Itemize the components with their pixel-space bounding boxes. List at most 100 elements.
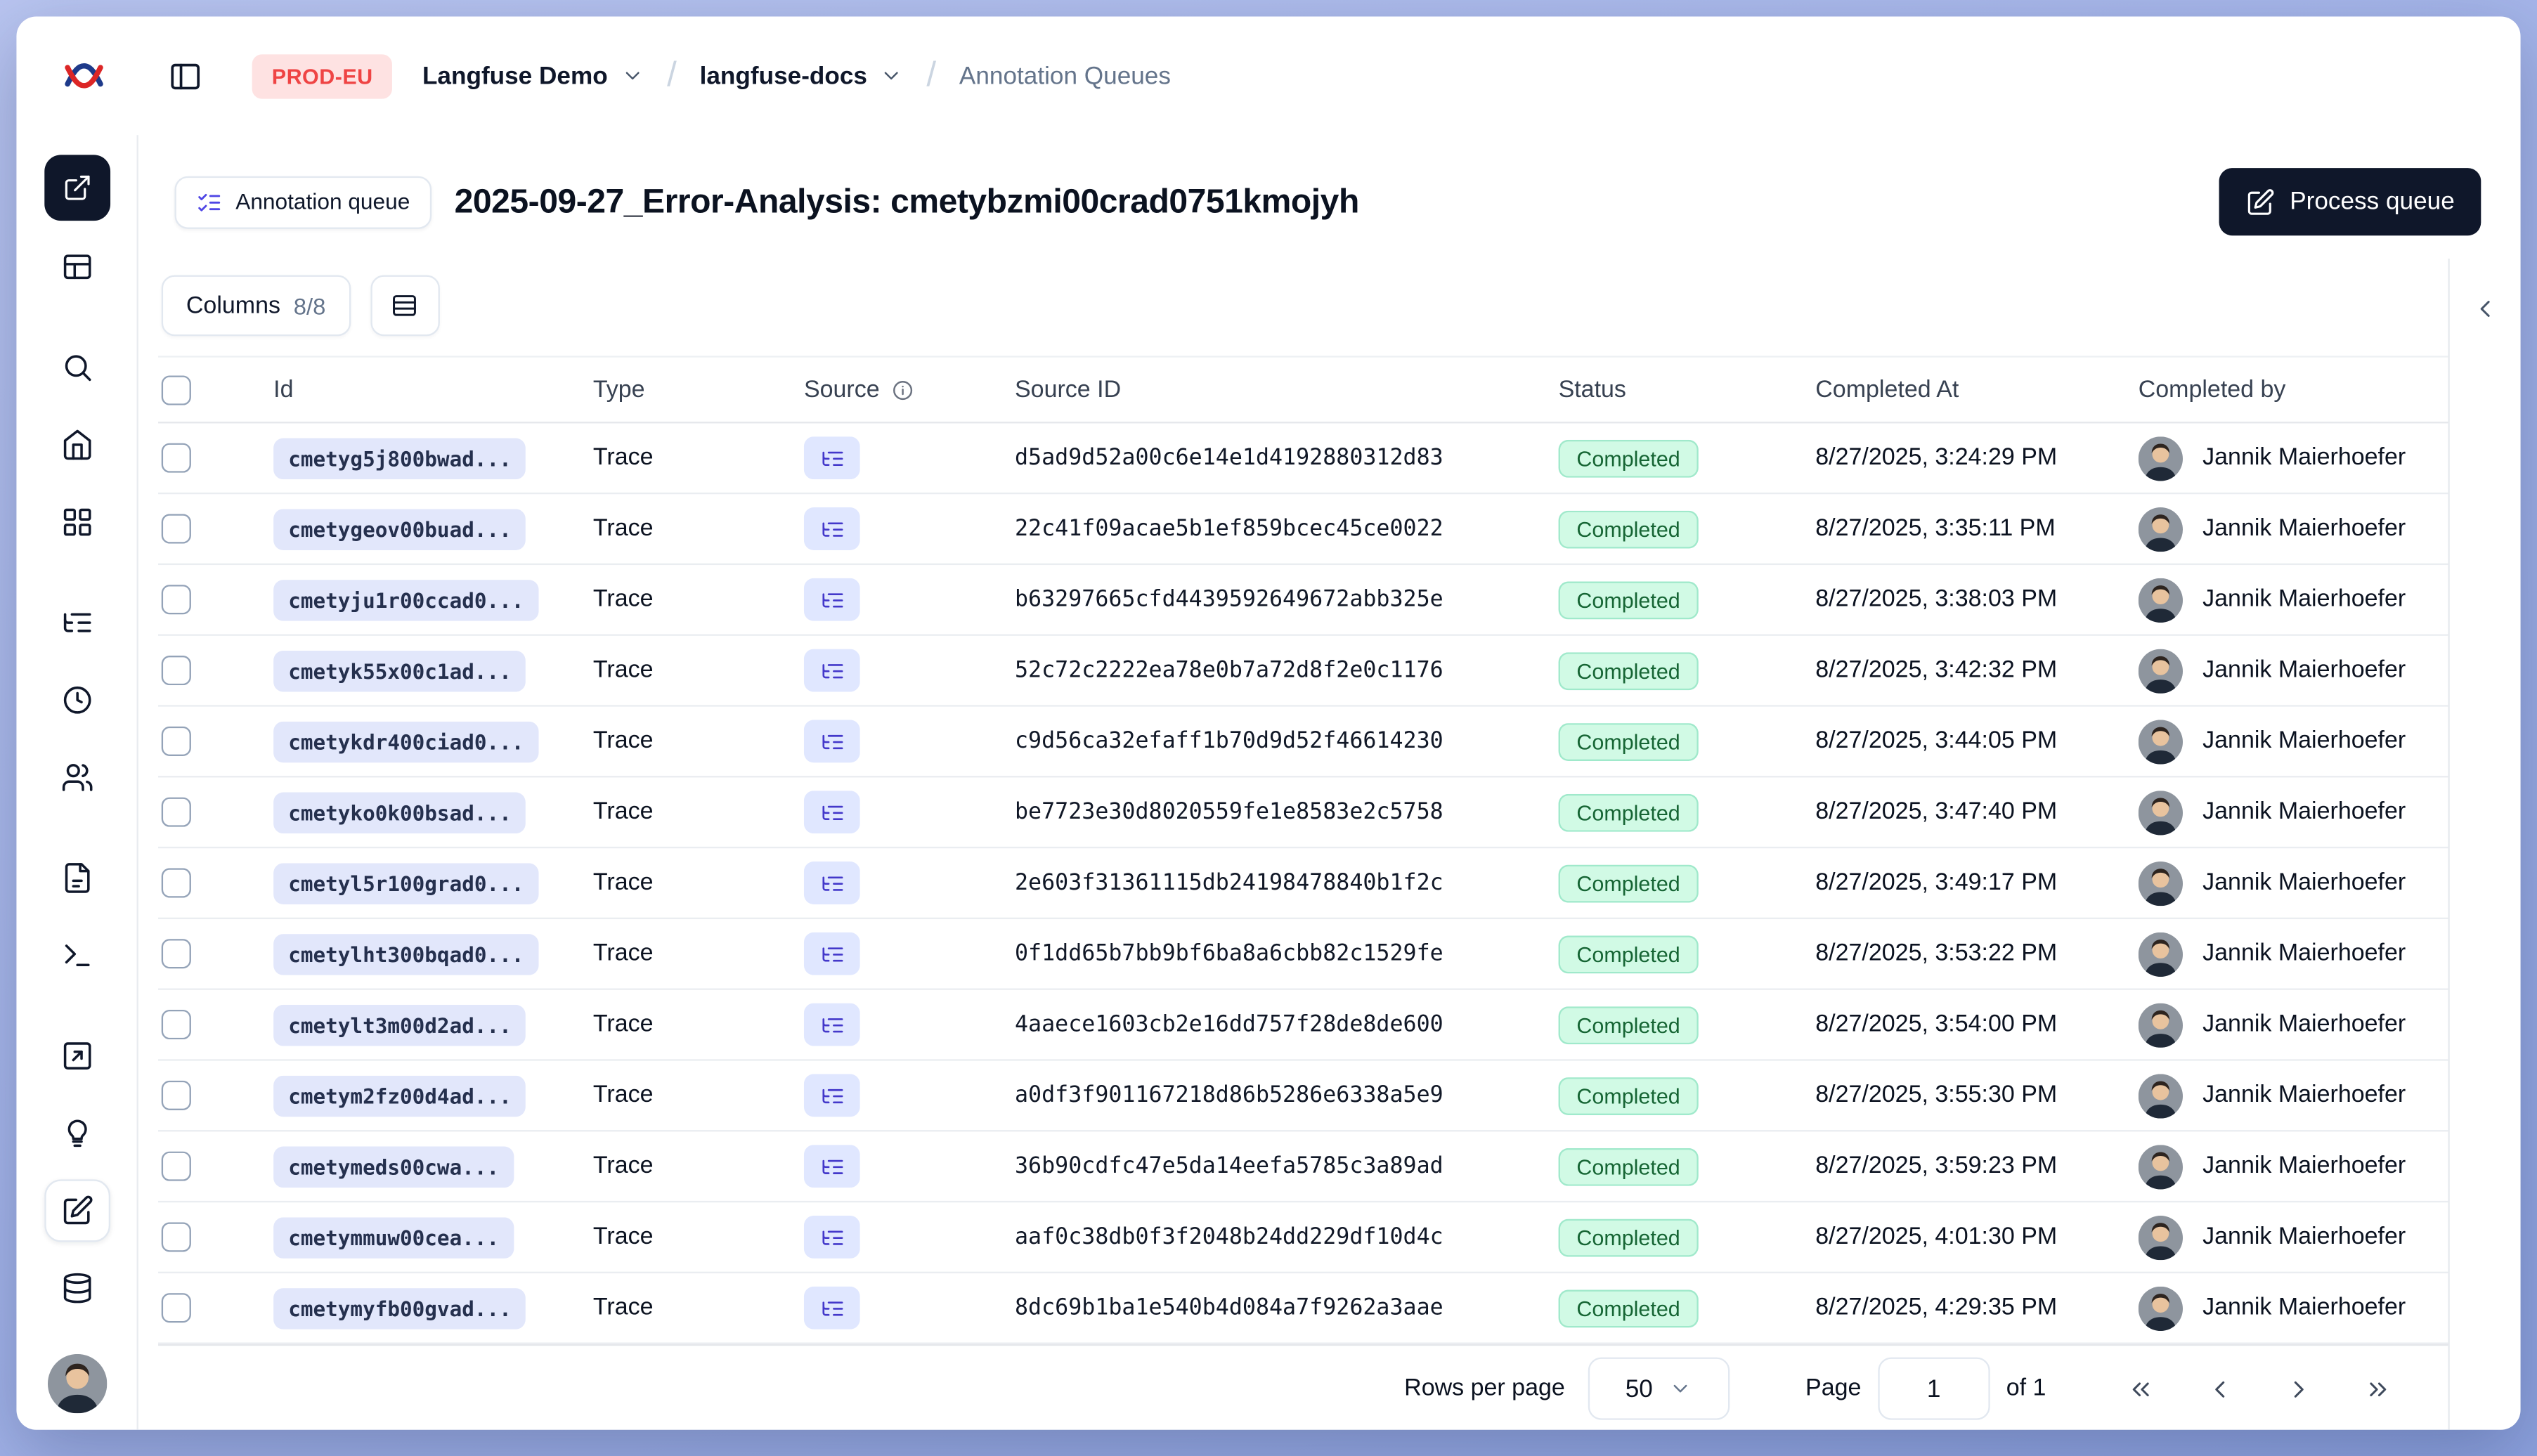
row-checkbox[interactable]: [161, 514, 191, 544]
table-row[interactable]: cmetyk55x00c1ad... Trace 52c72c2222ea78e…: [158, 636, 2448, 707]
trace-source-button[interactable]: [803, 932, 860, 975]
sidebar-item-table-view[interactable]: [44, 235, 110, 298]
sidebar-item-search[interactable]: [44, 336, 110, 398]
row-completed-by: Jannik Maierhoefer: [2202, 515, 2406, 542]
collapse-panel-button[interactable]: [2462, 285, 2508, 332]
sidebar-toggle-button[interactable]: [162, 52, 209, 100]
trace-source-button[interactable]: [803, 791, 860, 834]
row-id-link[interactable]: cmetyju1r00ccad0...: [273, 578, 539, 620]
row-checkbox[interactable]: [161, 797, 191, 827]
org-switcher[interactable]: Langfuse Demo: [422, 62, 644, 90]
avatar-photo: [2138, 1144, 2184, 1189]
trace-source-button[interactable]: [803, 507, 860, 550]
users-icon: [61, 764, 92, 791]
table-row[interactable]: cmetymyfb00gvad... Trace 8dc69b1ba1e540b…: [158, 1273, 2448, 1344]
last-page-button[interactable]: [2349, 1360, 2406, 1417]
sidebar-item-tracing[interactable]: [44, 592, 110, 654]
row-id-link[interactable]: cmetym2fz00d4ad...: [273, 1074, 526, 1117]
chevron-left-icon: [2480, 299, 2490, 316]
go-to-project-button[interactable]: [44, 155, 110, 221]
columns-button[interactable]: Columns 8/8: [161, 275, 351, 337]
table-row[interactable]: cmetyg5j800bwad... Trace d5ad9d52a00c6e1…: [158, 423, 2448, 495]
row-id-link[interactable]: cmetyk55x00c1ad...: [273, 649, 526, 691]
table-row[interactable]: cmetyl5r100grad0... Trace 2e603f31361115…: [158, 848, 2448, 920]
row-checkbox[interactable]: [161, 1080, 191, 1110]
select-all-checkbox[interactable]: [161, 375, 191, 405]
trace-source-button[interactable]: [803, 1003, 860, 1046]
row-id-link[interactable]: cmetymmuw00cea...: [273, 1216, 514, 1258]
row-id-link[interactable]: cmetyl5r100grad0...: [273, 862, 539, 904]
avatar: [2138, 506, 2184, 552]
row-id-link[interactable]: cmetygeov00buad...: [273, 508, 526, 550]
user-avatar[interactable]: [46, 1353, 107, 1414]
chevrons-left-icon: [2132, 1382, 2148, 1396]
table-row[interactable]: cmetylt3m00d2ad... Trace 4aaece1603cb2e1…: [158, 990, 2448, 1061]
sidebar-item-sessions[interactable]: [44, 669, 110, 732]
sidebar-item-scores[interactable]: [44, 847, 110, 909]
trace-source-button[interactable]: [803, 720, 860, 763]
page-number-input[interactable]: [1877, 1357, 1990, 1420]
chevron-right-icon: [2293, 1380, 2303, 1397]
sidebar-item-annotation[interactable]: [44, 1179, 110, 1242]
row-checkbox[interactable]: [161, 939, 191, 969]
sidebar-item-dashboards[interactable]: [44, 491, 110, 554]
trace-source-button[interactable]: [803, 861, 860, 904]
list-tree-icon: [63, 613, 91, 632]
row-id-link[interactable]: cmetyg5j800bwad...: [273, 437, 526, 479]
next-page-button[interactable]: [2270, 1360, 2326, 1417]
row-checkbox[interactable]: [161, 1222, 191, 1252]
row-checkbox[interactable]: [161, 1009, 191, 1040]
row-source-id: be7723e30d8020559fe1e8583e2c5758: [1015, 798, 1443, 826]
row-height-button[interactable]: [370, 275, 440, 337]
avatar: [2138, 1073, 2184, 1118]
row-id-link[interactable]: cmetylt3m00d2ad...: [273, 1003, 526, 1046]
row-checkbox[interactable]: [161, 585, 191, 615]
row-checkbox[interactable]: [161, 1293, 191, 1323]
avatar: [2138, 719, 2184, 764]
sidebar-item-prompts[interactable]: [44, 924, 110, 987]
sidebar-item-playground[interactable]: [44, 1025, 110, 1087]
previous-page-button[interactable]: [2191, 1360, 2247, 1417]
row-type: Trace: [592, 515, 654, 542]
rows-per-page-select[interactable]: 50: [1588, 1357, 1730, 1420]
trace-source-button[interactable]: [803, 649, 860, 692]
table-row[interactable]: cmetym2fz00d4ad... Trace a0df3f901167218…: [158, 1061, 2448, 1132]
trace-source-button[interactable]: [803, 1286, 860, 1330]
row-id-link[interactable]: cmetyko0k00bsad...: [273, 791, 526, 833]
sidebar-item-users[interactable]: [44, 746, 110, 809]
table-row[interactable]: cmetymeds00cwa... Trace 36b90cdfc47e5da1…: [158, 1131, 2448, 1203]
table-row[interactable]: cmetykdr400ciad0... Trace c9d56ca32efaff…: [158, 707, 2448, 778]
table-row[interactable]: cmetymmuw00cea... Trace aaf0c38db0f3f204…: [158, 1202, 2448, 1274]
table-row[interactable]: cmetylht300bqad0... Trace 0f1dd65b7bb9bf…: [158, 919, 2448, 990]
avatar-photo: [2138, 577, 2184, 622]
process-queue-button[interactable]: Process queue: [2219, 168, 2481, 236]
table-row[interactable]: cmetyju1r00ccad0... Trace b63297665cfd44…: [158, 565, 2448, 636]
search-icon: [64, 355, 91, 382]
row-checkbox[interactable]: [161, 655, 191, 686]
row-checkbox[interactable]: [161, 1151, 191, 1181]
project-switcher[interactable]: langfuse-docs: [700, 62, 904, 90]
trace-source-button[interactable]: [803, 1145, 860, 1188]
desktop-background: PROD-EU Langfuse Demo / langfuse-docs / …: [0, 0, 2537, 1456]
trace-source-button[interactable]: [803, 578, 860, 621]
trace-source-button[interactable]: [803, 1215, 860, 1259]
table-row[interactable]: cmetyko0k00bsad... Trace be7723e30d80205…: [158, 777, 2448, 849]
trace-source-button[interactable]: [803, 1074, 860, 1117]
row-checkbox[interactable]: [161, 868, 191, 898]
first-page-button[interactable]: [2112, 1360, 2168, 1417]
table-row[interactable]: cmetygeov00buad... Trace 22c41f09acae5b1…: [158, 494, 2448, 566]
breadcrumb-separator: /: [926, 56, 937, 94]
row-id-link[interactable]: cmetymyfb00gvad...: [273, 1287, 526, 1329]
trace-source-button[interactable]: [803, 436, 860, 480]
sidebar-item-datasets[interactable]: [44, 1257, 110, 1320]
sidebar-item-insights[interactable]: [44, 1102, 110, 1164]
row-checkbox[interactable]: [161, 726, 191, 756]
row-completed-by: Jannik Maierhoefer: [2202, 1011, 2406, 1038]
info-icon[interactable]: [891, 378, 914, 401]
sidebar-item-home[interactable]: [44, 413, 110, 476]
row-id-link[interactable]: cmetykdr400ciad0...: [273, 720, 539, 762]
row-checkbox[interactable]: [161, 443, 191, 473]
row-id-link[interactable]: cmetymeds00cwa...: [273, 1145, 514, 1187]
row-id-link[interactable]: cmetylht300bqad0...: [273, 932, 539, 975]
row-type: Trace: [592, 728, 654, 755]
